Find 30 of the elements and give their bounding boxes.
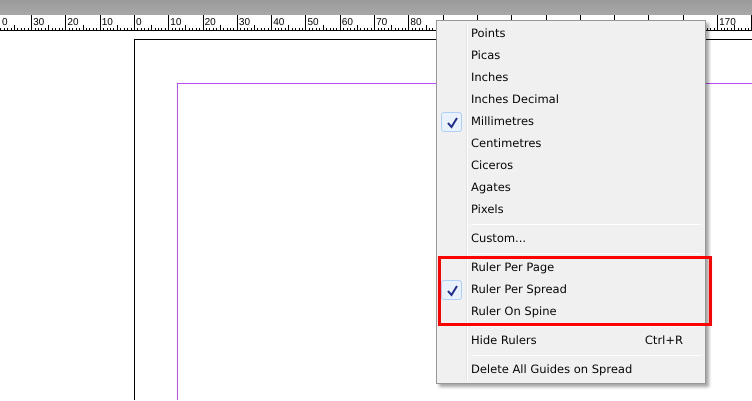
menu-item[interactable]: Centimetres xyxy=(439,133,703,155)
menu-item[interactable]: Ciceros xyxy=(439,155,703,177)
menu-item[interactable]: Hide Rulers Ctrl+R xyxy=(439,330,703,352)
shortcut-label: Ctrl+R xyxy=(644,332,683,350)
ruler-label: 40 xyxy=(273,17,284,28)
menu-item[interactable]: Ruler On Spine xyxy=(439,301,703,323)
menu-item[interactable]: Delete All Guides on Spread xyxy=(439,359,703,381)
menu-item[interactable]: Inches Decimal xyxy=(439,89,703,111)
menu-item[interactable]: Pixels xyxy=(439,199,703,221)
menu-item[interactable]: Ruler Per Page xyxy=(439,257,703,279)
ruler-label: 170 xyxy=(719,17,736,28)
ruler-label: 20 xyxy=(67,17,79,28)
ruler-label: 60 xyxy=(342,17,353,28)
menu-item[interactable]: Ruler Per Spread xyxy=(439,279,703,301)
ruler-label: 30 xyxy=(33,17,44,28)
ruler-label: 20 xyxy=(204,17,216,28)
ruler-label: 0 xyxy=(136,17,142,28)
menu-item[interactable]: Agates xyxy=(439,177,703,199)
menu-item[interactable]: Inches xyxy=(439,67,703,89)
ruler-label: 10 xyxy=(170,17,182,28)
ruler-label: 0 xyxy=(2,17,8,28)
menu-item[interactable]: Points xyxy=(439,23,703,45)
ruler-label: 70 xyxy=(376,17,388,28)
menu-item[interactable]: Picas xyxy=(439,45,703,67)
ruler-label: 30 xyxy=(238,17,250,28)
menu-item[interactable]: Millimetres xyxy=(439,111,703,133)
menu-item[interactable]: Custom... xyxy=(439,228,703,250)
ruler-label: 50 xyxy=(308,17,319,28)
ruler-label: 10 xyxy=(102,17,113,28)
ruler-label: 80 xyxy=(410,17,422,28)
